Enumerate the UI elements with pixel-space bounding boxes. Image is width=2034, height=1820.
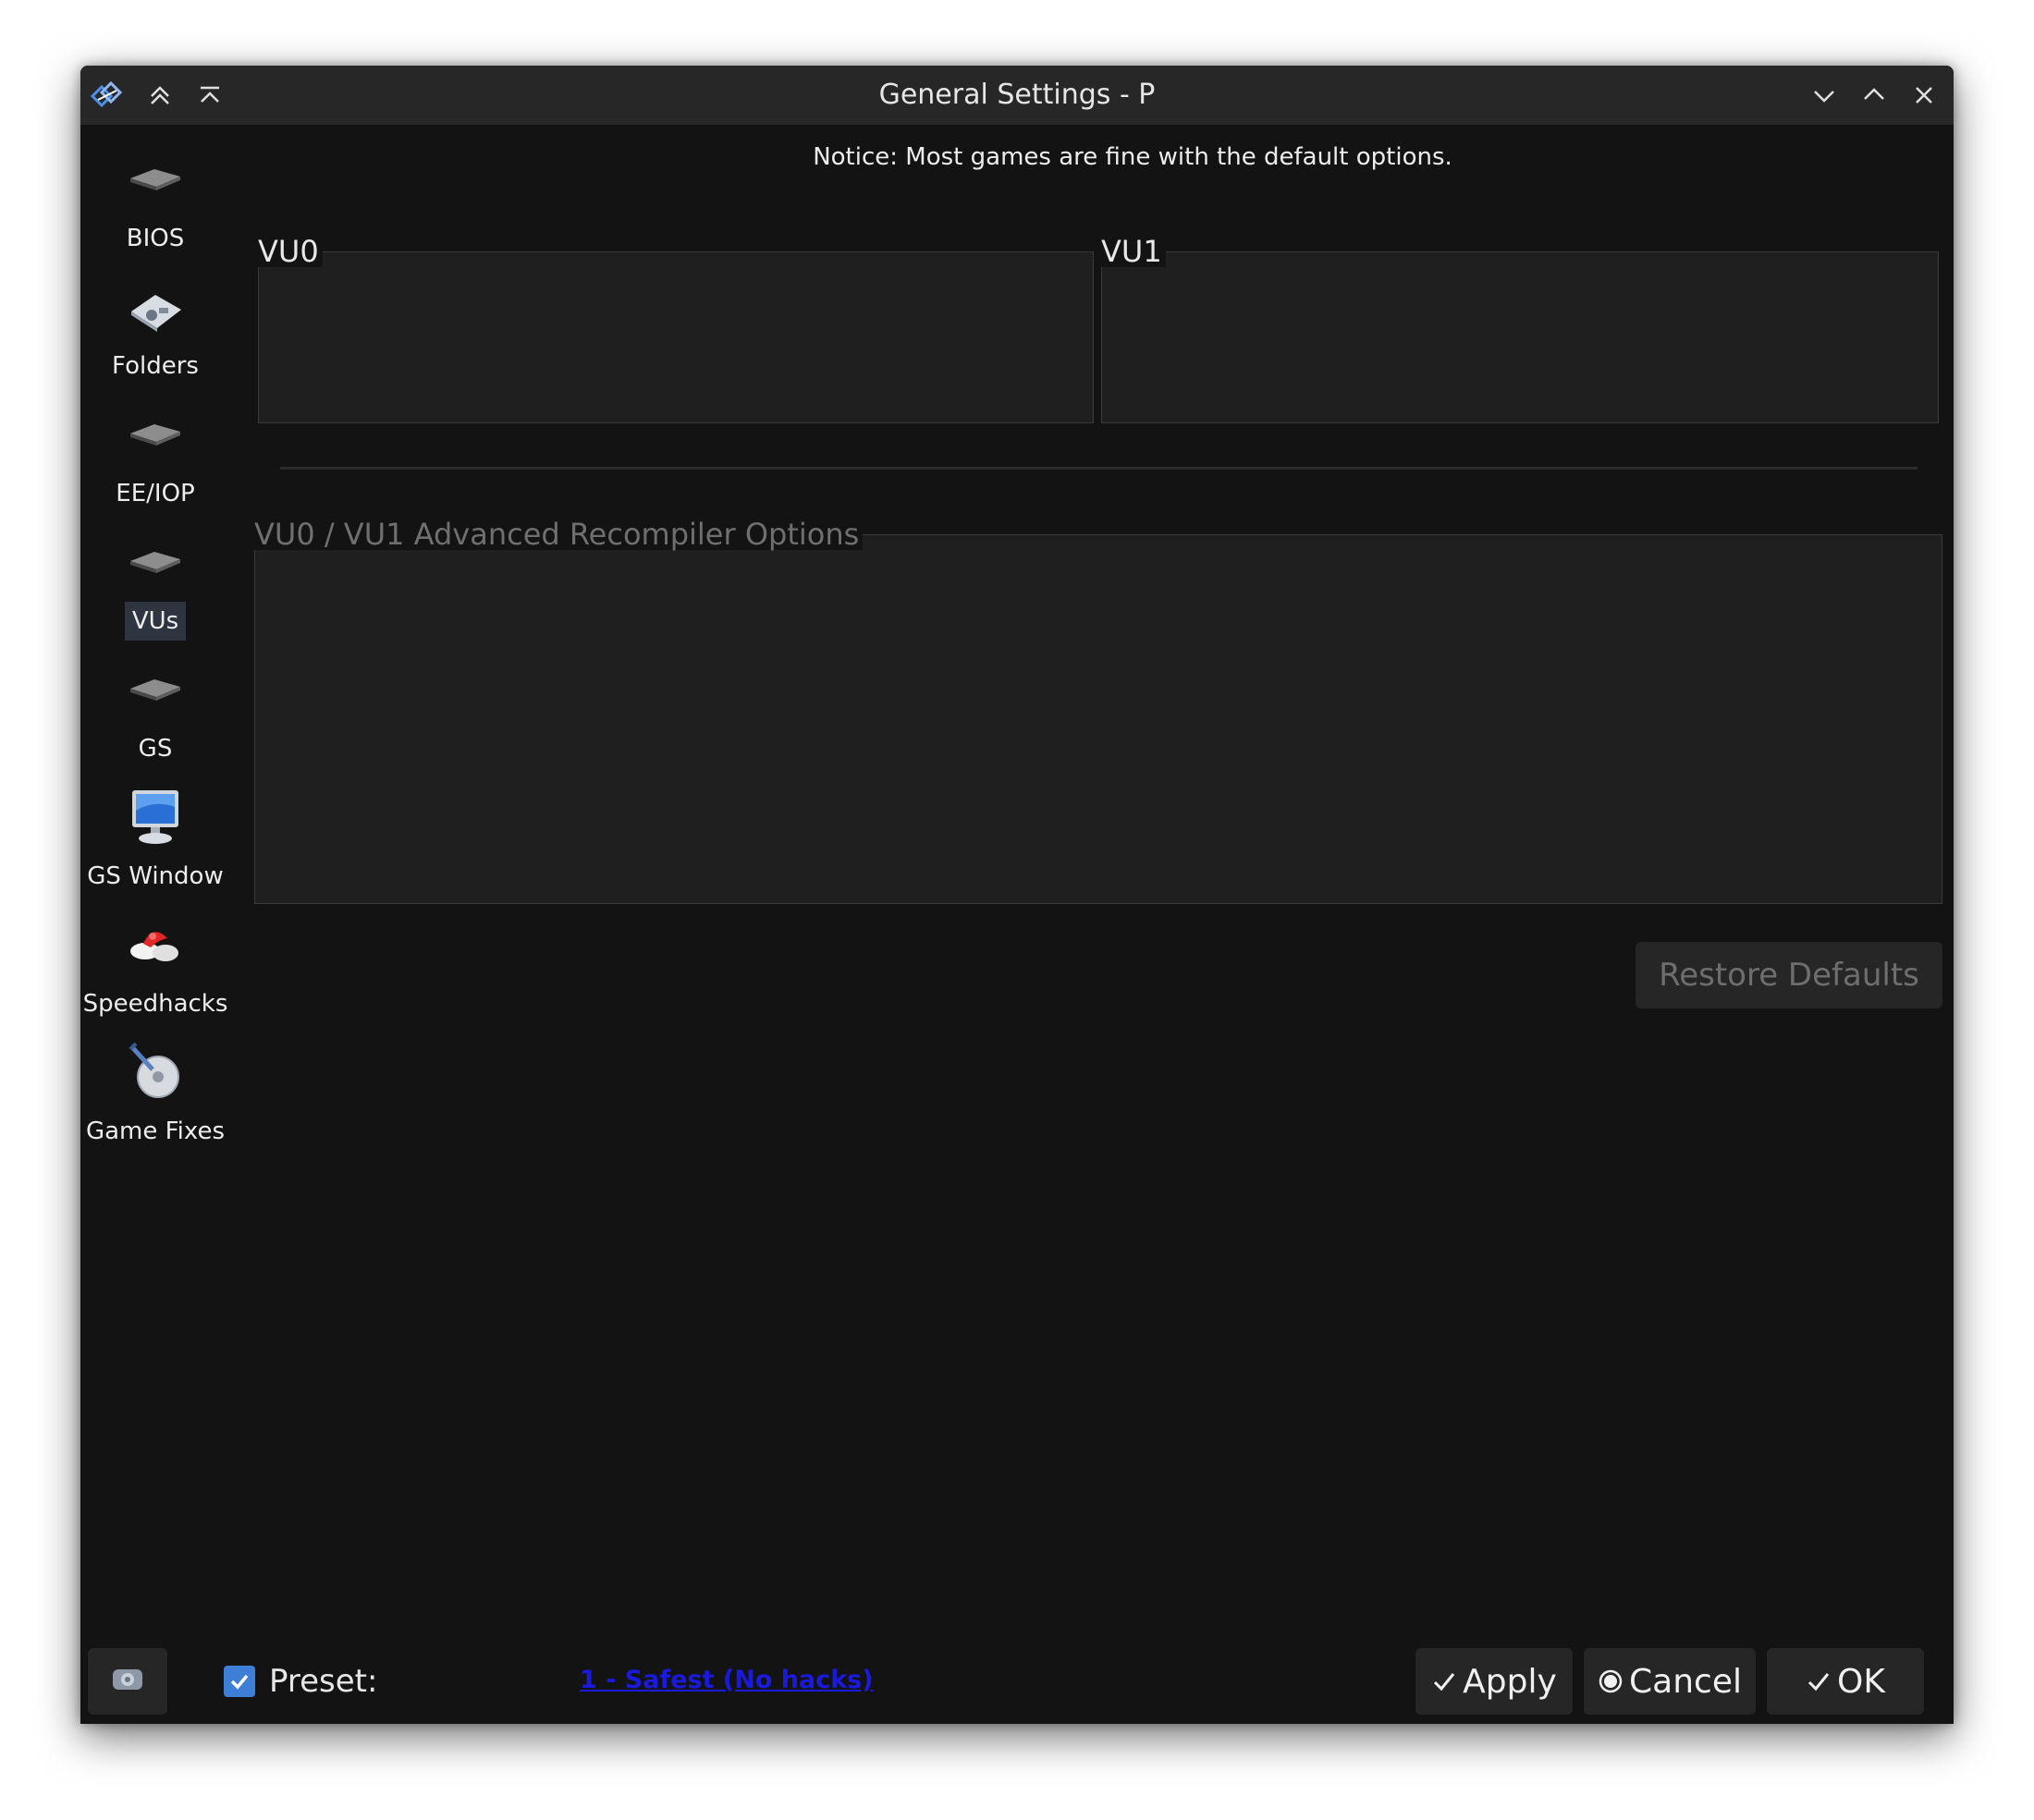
sidebar-item-label: GS Window bbox=[87, 862, 224, 890]
sidebar-item-game-fixes[interactable]: Game Fixes bbox=[80, 1040, 230, 1167]
help-button[interactable] bbox=[88, 1648, 167, 1715]
sidebar-item-label: EE/IOP bbox=[116, 480, 195, 507]
notice-text: Notice: Most games are fine with the def… bbox=[813, 143, 1452, 171]
vu0-groupbox bbox=[258, 251, 1094, 423]
advanced-recompiler-group-title: VU0 / VU1 Advanced Recompiler Options bbox=[254, 519, 864, 550]
sidebar-item-label: GS bbox=[138, 735, 173, 763]
apply-button-label: Apply bbox=[1463, 1662, 1557, 1701]
maximize-icon[interactable] bbox=[1856, 77, 1893, 114]
cancel-button-label: Cancel bbox=[1629, 1662, 1742, 1701]
title-bar[interactable]: General Settings - P bbox=[80, 66, 1954, 125]
preset-checkbox[interactable] bbox=[224, 1666, 255, 1697]
sidebar-item-label: Folders bbox=[112, 352, 199, 380]
advanced-recompiler-groupbox bbox=[254, 534, 1942, 904]
chip-icon bbox=[127, 539, 184, 585]
sidebar-item-speedhacks[interactable]: Speedhacks bbox=[80, 912, 230, 1040]
ok-button[interactable]: OK bbox=[1767, 1648, 1924, 1715]
chip-icon bbox=[127, 156, 184, 202]
folders-icon bbox=[126, 284, 185, 341]
sidebar-item-gs-window[interactable]: GS Window bbox=[80, 785, 230, 912]
sidebar-item-bios[interactable]: BIOS bbox=[80, 147, 230, 275]
vu1-group-title: VU1 bbox=[1101, 236, 1166, 267]
separator-line bbox=[280, 467, 1918, 470]
preset-value-link[interactable]: 1 - Safest (No hacks) bbox=[580, 1666, 874, 1694]
sidebar-item-vus[interactable]: VUs bbox=[80, 530, 230, 657]
window-title: General Settings - P bbox=[878, 79, 1156, 111]
sidebar-item-folders[interactable]: Folders bbox=[80, 275, 230, 402]
check-icon bbox=[1806, 1668, 1832, 1694]
sidebar-item-gs[interactable]: GS bbox=[80, 657, 230, 785]
minimize-icon[interactable] bbox=[1806, 77, 1843, 114]
preset-label: Preset: bbox=[269, 1663, 378, 1700]
sidebar-item-label: VUs bbox=[80, 602, 230, 641]
checkmark-icon bbox=[230, 1674, 249, 1690]
sidebar-item-label: BIOS bbox=[126, 225, 185, 252]
restore-defaults-button[interactable]: Restore Defaults bbox=[1636, 942, 1942, 1008]
cancel-button[interactable]: Cancel bbox=[1584, 1648, 1756, 1715]
ok-button-label: OK bbox=[1837, 1662, 1885, 1701]
sidebar-item-ee-iop[interactable]: EE/IOP bbox=[80, 402, 230, 530]
monitor-icon bbox=[127, 787, 184, 851]
sidebar-item-label: Speedhacks bbox=[82, 990, 228, 1018]
chip-icon bbox=[127, 666, 184, 713]
close-icon[interactable] bbox=[1905, 77, 1942, 114]
settings-window: General Settings - P Notice: Most games … bbox=[80, 66, 1954, 1724]
check-icon bbox=[1431, 1668, 1457, 1694]
sidebar-item-label: Game Fixes bbox=[85, 1118, 226, 1145]
help-icon bbox=[109, 1664, 146, 1699]
chip-icon bbox=[127, 411, 184, 458]
apply-button[interactable]: Apply bbox=[1415, 1648, 1573, 1715]
game-fixes-icon bbox=[125, 1042, 186, 1106]
cancel-icon bbox=[1598, 1668, 1624, 1694]
vu0-group-title: VU0 bbox=[258, 236, 323, 267]
speedhacks-icon bbox=[125, 916, 186, 975]
vu1-groupbox bbox=[1101, 251, 1939, 423]
